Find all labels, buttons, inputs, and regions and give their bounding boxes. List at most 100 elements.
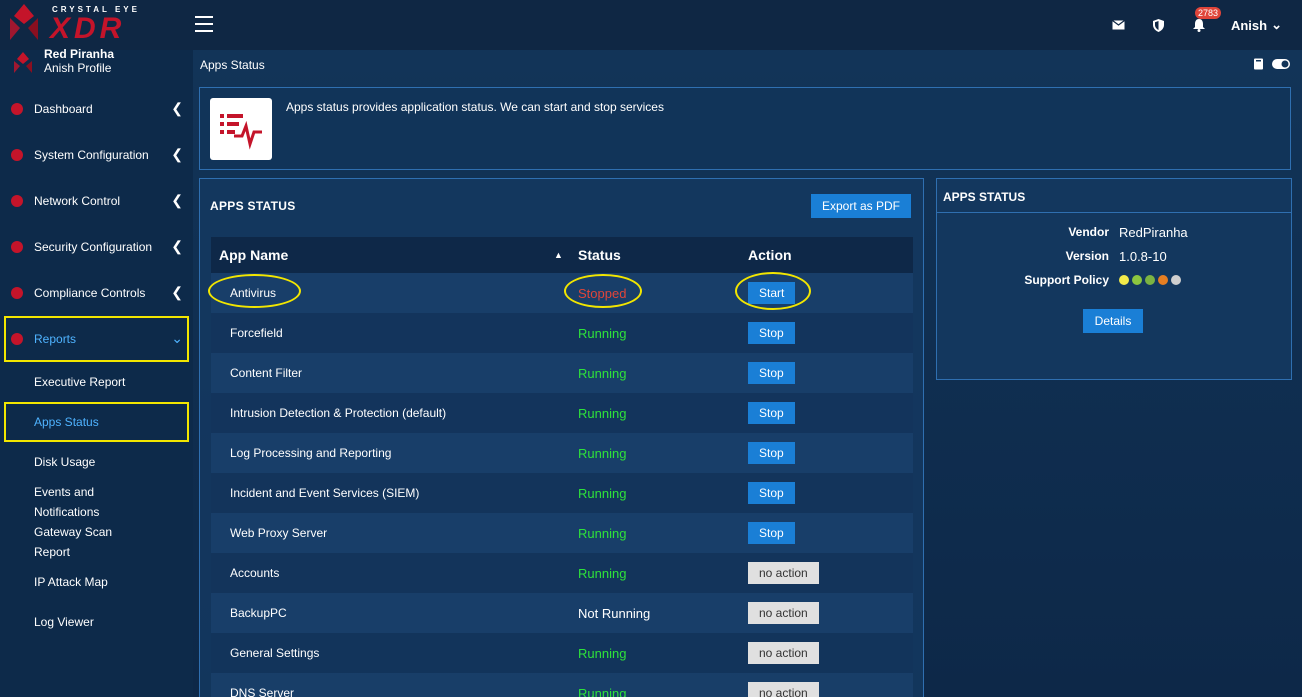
- app-name-cell: BackupPC: [230, 606, 287, 620]
- apps-info-panel: APPS STATUS Vendor RedPiranha Version 1.…: [936, 178, 1292, 380]
- bell-icon[interactable]: 2783: [1191, 7, 1221, 33]
- brand-name: XDR: [50, 12, 126, 45]
- no-action-button: no action: [748, 562, 819, 584]
- stop-button[interactable]: Stop: [748, 362, 795, 384]
- status-cell: Running: [578, 525, 627, 541]
- support-policy-label: Support Policy: [1024, 273, 1109, 287]
- sidebar-subitem-label: Disk Usage: [34, 455, 96, 469]
- sort-asc-icon[interactable]: ▲: [554, 250, 563, 260]
- export-pdf-button[interactable]: Export as PDF: [811, 194, 911, 218]
- stop-button[interactable]: Stop: [748, 402, 795, 424]
- hamburger-menu-icon[interactable]: [195, 16, 213, 32]
- sidebar-item-dashboard[interactable]: Dashboard ❮: [0, 86, 193, 132]
- app-name-cell: Log Processing and Reporting: [230, 446, 392, 460]
- reports-icon: [11, 333, 23, 345]
- highlight-ellipse: [564, 274, 642, 308]
- sidebar-subitem-ip-attack-map[interactable]: IP Attack Map: [0, 562, 193, 602]
- status-cell: Running: [578, 485, 627, 501]
- home-icon: [11, 149, 23, 161]
- stop-button[interactable]: Stop: [748, 522, 795, 544]
- action-cell: Stop: [748, 442, 795, 464]
- user-menu[interactable]: Anish ⌄: [1231, 17, 1282, 33]
- support-policy-dot: [1145, 275, 1155, 285]
- sidebar-subitem-events-notifications[interactable]: Events and Notifications: [0, 482, 193, 522]
- status-cell: Running: [578, 325, 627, 341]
- sidebar-subitem-executive-report[interactable]: Executive Report: [0, 362, 193, 402]
- profile-logo-icon: [14, 52, 32, 73]
- shield-icon[interactable]: [1151, 17, 1167, 33]
- app-name-cell: General Settings: [230, 646, 320, 660]
- column-header-app-name[interactable]: App Name: [219, 247, 288, 263]
- vendor-row: Vendor RedPiranha: [937, 225, 1291, 241]
- version-value: 1.0.8-10: [1119, 249, 1167, 264]
- stop-button[interactable]: Stop: [748, 322, 795, 344]
- column-header-status[interactable]: Status: [578, 247, 621, 263]
- sidebar-item-security-configuration[interactable]: Security Configuration ❮: [0, 224, 193, 270]
- app-name-cell: Forcefield: [230, 326, 283, 340]
- table-row: Web Proxy Server Running Stop: [211, 513, 913, 553]
- table-row: BackupPC Not Running no action: [211, 593, 913, 633]
- sidebar: Red Piranha Anish Profile Dashboard ❮ Sy…: [0, 47, 193, 697]
- sidebar-item-reports[interactable]: Reports ⌄: [4, 316, 189, 362]
- chevron-left-icon: ❮: [171, 100, 183, 116]
- sidebar-item-label: Reports: [34, 332, 77, 346]
- support-policy-dots: [1119, 275, 1181, 285]
- mail-icon[interactable]: [1111, 17, 1127, 33]
- chevron-left-icon: ❮: [171, 192, 183, 208]
- action-cell: no action: [748, 642, 819, 664]
- support-policy-dot: [1132, 275, 1142, 285]
- apps-table: App Name ▲ Status Action Antivirus Stoppe…: [211, 237, 913, 697]
- action-cell: Stop: [748, 322, 795, 344]
- status-cell: Running: [578, 365, 627, 381]
- sidebar-subitem-disk-usage[interactable]: Disk Usage: [0, 442, 193, 482]
- stop-button[interactable]: Stop: [748, 482, 795, 504]
- action-cell: Stop: [748, 522, 795, 544]
- support-policy-dot: [1171, 275, 1181, 285]
- version-label: Version: [1065, 249, 1109, 263]
- vendor-label: Vendor: [1068, 225, 1109, 239]
- chevron-left-icon: ❮: [171, 146, 183, 162]
- sidebar-item-compliance-controls[interactable]: Compliance Controls ❮: [0, 270, 193, 316]
- app-name-cell: Content Filter: [230, 366, 303, 380]
- sidebar-subitem-log-viewer[interactable]: Log Viewer: [0, 602, 193, 642]
- book-icon[interactable]: [1253, 58, 1264, 73]
- table-row: Accounts Running no action: [211, 553, 913, 593]
- top-bar: CRYSTAL EYE XDR 2783 Anish ⌄: [0, 0, 1302, 50]
- no-action-button: no action: [748, 642, 819, 664]
- sidebar-subitem-gateway-scan-report[interactable]: Gateway Scan Report: [0, 522, 193, 562]
- main-content: Apps Status Apps status provides applica…: [193, 50, 1302, 697]
- status-cell: Not Running: [578, 605, 651, 621]
- action-cell: Stop: [748, 362, 795, 384]
- details-button[interactable]: Details: [1083, 309, 1143, 333]
- toggle-icon[interactable]: [1272, 58, 1290, 73]
- status-cell: Running: [578, 565, 627, 581]
- column-header-action: Action: [748, 247, 792, 263]
- user-name: Anish: [1230, 17, 1268, 33]
- table-row: Incident and Event Services (SIEM) Runnin…: [211, 473, 913, 513]
- sidebar-item-label: Security Configuration: [34, 240, 153, 254]
- table-row: General Settings Running no action: [211, 633, 913, 673]
- panel-title: APPS STATUS: [943, 190, 1026, 204]
- sidebar-nav: Dashboard ❮ System Configuration ❮ Netwo…: [0, 86, 193, 642]
- breadcrumb: Apps Status: [200, 58, 265, 72]
- table-row: DNS Server Running no action: [211, 673, 913, 697]
- sidebar-item-label: System Configuration: [34, 148, 149, 162]
- chevron-down-icon: ⌄: [1271, 17, 1282, 32]
- apps-status-panel: APPS STATUS Export as PDF App Name ▲ Sta…: [199, 178, 924, 697]
- table-row: Intrusion Detection & Protection (defaul…: [211, 393, 913, 433]
- app-name-cell: Incident and Event Services (SIEM): [230, 486, 420, 500]
- app-name-cell: Intrusion Detection & Protection (defaul…: [230, 406, 447, 420]
- stop-button[interactable]: Stop: [748, 442, 795, 464]
- table-row: Content Filter Running Stop: [211, 353, 913, 393]
- action-cell: no action: [748, 602, 819, 624]
- sidebar-item-network-control[interactable]: Network Control ❮: [0, 178, 193, 224]
- support-policy-dot: [1158, 275, 1168, 285]
- security-icon: [11, 241, 23, 253]
- sidebar-subitem-label: Executive Report: [34, 375, 126, 389]
- sidebar-subitem-apps-status[interactable]: Apps Status: [4, 402, 189, 442]
- sidebar-item-label: Network Control: [34, 194, 121, 208]
- action-cell: Stop: [748, 402, 795, 424]
- app-name-cell: DNS Server: [230, 686, 295, 697]
- profile-subtitle: Anish Profile: [44, 61, 112, 75]
- sidebar-item-system-configuration[interactable]: System Configuration ❮: [0, 132, 193, 178]
